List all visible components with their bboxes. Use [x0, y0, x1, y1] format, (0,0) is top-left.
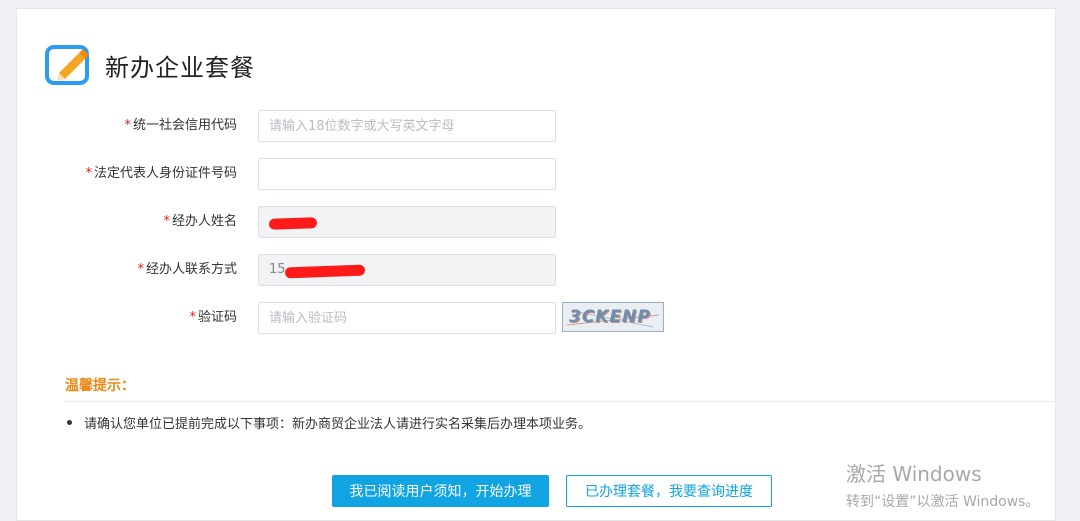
- legal-rep-id-input[interactable]: [258, 158, 556, 190]
- required-mark: *: [163, 214, 170, 229]
- credit-code-input[interactable]: [258, 110, 556, 142]
- captcha-label-text: 验证码: [197, 310, 237, 325]
- operator-contact-label: * 经办人联系方式: [17, 254, 237, 286]
- credit-code-row: * 统一社会信用代码: [17, 110, 1057, 142]
- required-mark: *: [189, 310, 196, 325]
- operator-contact-row: * 经办人联系方式 15: [17, 254, 1057, 286]
- credit-code-label: * 统一社会信用代码: [17, 110, 237, 142]
- page-header: 新办企业套餐: [45, 43, 255, 87]
- tip-item: 请确认您单位已提前完成以下事项：新办商贸企业法人请进行实名采集后办理本项业务。: [67, 413, 591, 432]
- bullet-icon: [67, 420, 72, 425]
- required-mark: *: [85, 166, 92, 181]
- divider: [65, 401, 1057, 402]
- captcha-text: 3CKENP: [569, 307, 651, 327]
- page-title: 新办企业套餐: [105, 53, 255, 82]
- captcha-image[interactable]: 3CKENP: [562, 302, 664, 332]
- legal-rep-id-row: * 法定代表人身份证件号码: [17, 158, 1057, 190]
- operator-contact-label-text: 经办人联系方式: [145, 262, 237, 277]
- query-progress-button[interactable]: 已办理套餐，我要查询进度: [566, 475, 772, 507]
- captcha-input[interactable]: [258, 302, 556, 334]
- legal-rep-id-label-text: 法定代表人身份证件号码: [93, 166, 237, 181]
- required-mark: *: [137, 262, 144, 277]
- operator-name-label: * 经办人姓名: [17, 206, 237, 238]
- required-mark: *: [124, 118, 131, 133]
- operator-name-row: * 经办人姓名: [17, 206, 1057, 238]
- tips-title: 温馨提示：: [65, 378, 135, 394]
- form-panel: 新办企业套餐 *统一社会信用代码 *法定代表人身份证件号码 *经办人姓名 *经办…: [16, 8, 1057, 521]
- captcha-row: *验证码 3CKENP: [17, 302, 1057, 334]
- legal-rep-id-label: * 法定代表人身份证件号码: [17, 158, 237, 190]
- tip-item-text: 请确认您单位已提前完成以下事项：新办商贸企业法人请进行实名采集后办理本项业务。: [84, 417, 592, 432]
- redaction-mark: [268, 217, 318, 230]
- operator-contact-value: 15: [269, 262, 286, 277]
- captcha-label: * 验证码: [17, 302, 237, 334]
- operator-name-label-text: 经办人姓名: [171, 214, 237, 229]
- start-button[interactable]: 我已阅读用户须知，开始办理: [332, 475, 549, 507]
- credit-code-label-text: 统一社会信用代码: [132, 118, 237, 133]
- edit-form-icon: [45, 45, 89, 85]
